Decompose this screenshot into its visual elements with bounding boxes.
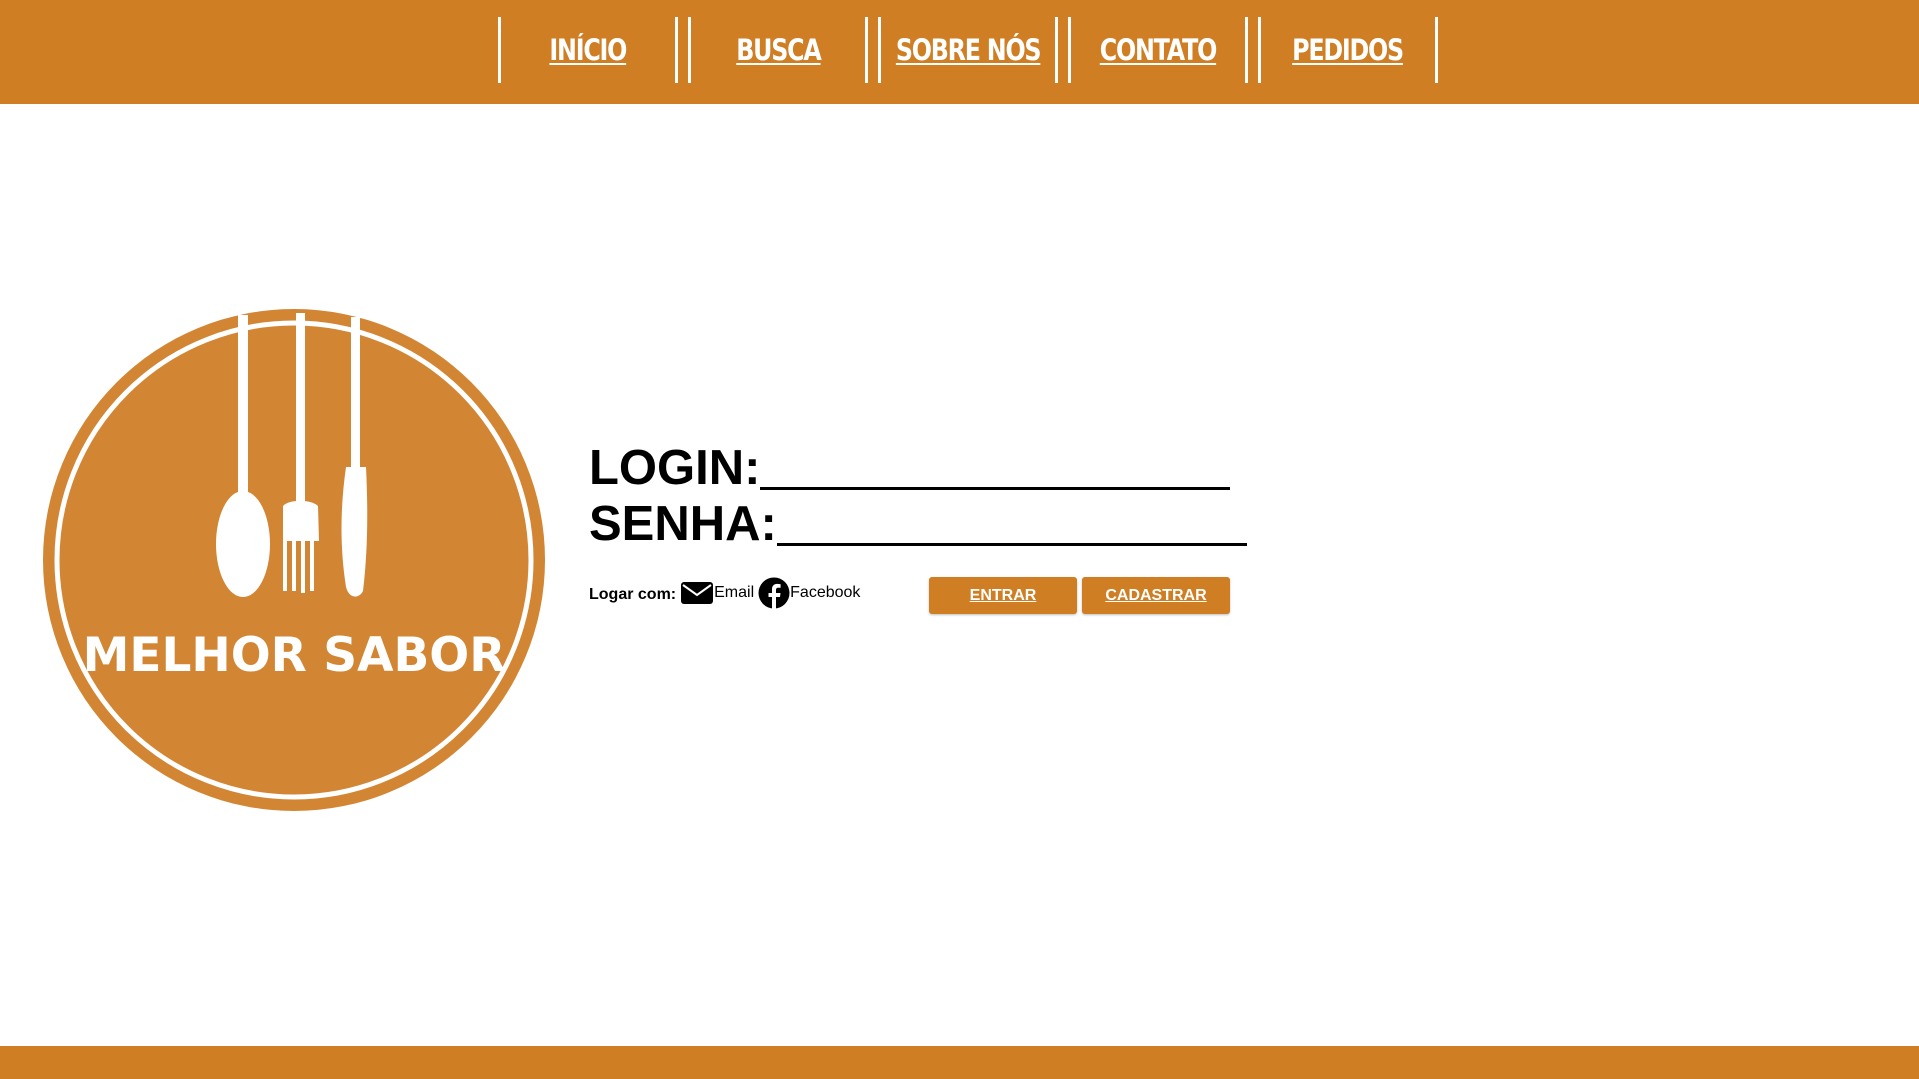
email-login-label: Email (714, 584, 755, 601)
facebook-login-label: Facebook (790, 584, 861, 601)
login-row: LOGIN: (589, 440, 1249, 496)
nav-item-inicio[interactable]: INÍCIO (498, 17, 678, 83)
password-label: SENHA: (589, 497, 777, 551)
nav-item-sobre-nos[interactable]: SOBRE NÓS (878, 17, 1058, 83)
envelope-icon (681, 582, 714, 604)
facebook-login-link[interactable]: Facebook (758, 577, 860, 609)
melhor-sabor-logo: MELHOR SABOR (43, 309, 545, 811)
login-label: LOGIN: (589, 441, 761, 495)
password-row: SENHA: (589, 496, 1249, 552)
register-button[interactable]: CADASTRAR (1082, 577, 1230, 614)
facebook-icon (758, 577, 790, 609)
form-buttons: ENTRAR CADASTRAR (929, 577, 1235, 614)
nav-link-busca[interactable]: BUSCA (736, 33, 821, 67)
logo-graphic: MELHOR SABOR (43, 309, 545, 811)
nav-link-sobre-nos[interactable]: SOBRE NÓS (896, 33, 1042, 67)
logo-text: MELHOR SABOR (83, 628, 506, 683)
nav-item-pedidos[interactable]: PEDIDOS (1258, 17, 1438, 83)
email-login-link[interactable]: Email (680, 580, 754, 606)
login-form: LOGIN: SENHA: Logar com: Email Facebook … (589, 440, 1249, 620)
social-login: Logar com: Email Facebook (589, 577, 864, 609)
top-navigation-bar: INÍCIO BUSCA SOBRE NÓS CONTATO PEDIDOS (0, 0, 1919, 104)
password-input[interactable] (776, 503, 1247, 546)
nav-item-busca[interactable]: BUSCA (688, 17, 868, 83)
nav-link-contato[interactable]: CONTATO (1100, 33, 1218, 67)
footer-bar (0, 1046, 1919, 1079)
nav-link-inicio[interactable]: INÍCIO (550, 33, 628, 67)
login-with-label: Logar com: (589, 586, 677, 603)
nav-item-contato[interactable]: CONTATO (1068, 17, 1248, 83)
main-nav: INÍCIO BUSCA SOBRE NÓS CONTATO PEDIDOS (498, 17, 1448, 83)
nav-link-pedidos[interactable]: PEDIDOS (1293, 33, 1405, 67)
enter-button[interactable]: ENTRAR (929, 577, 1077, 614)
login-input[interactable] (760, 447, 1231, 490)
